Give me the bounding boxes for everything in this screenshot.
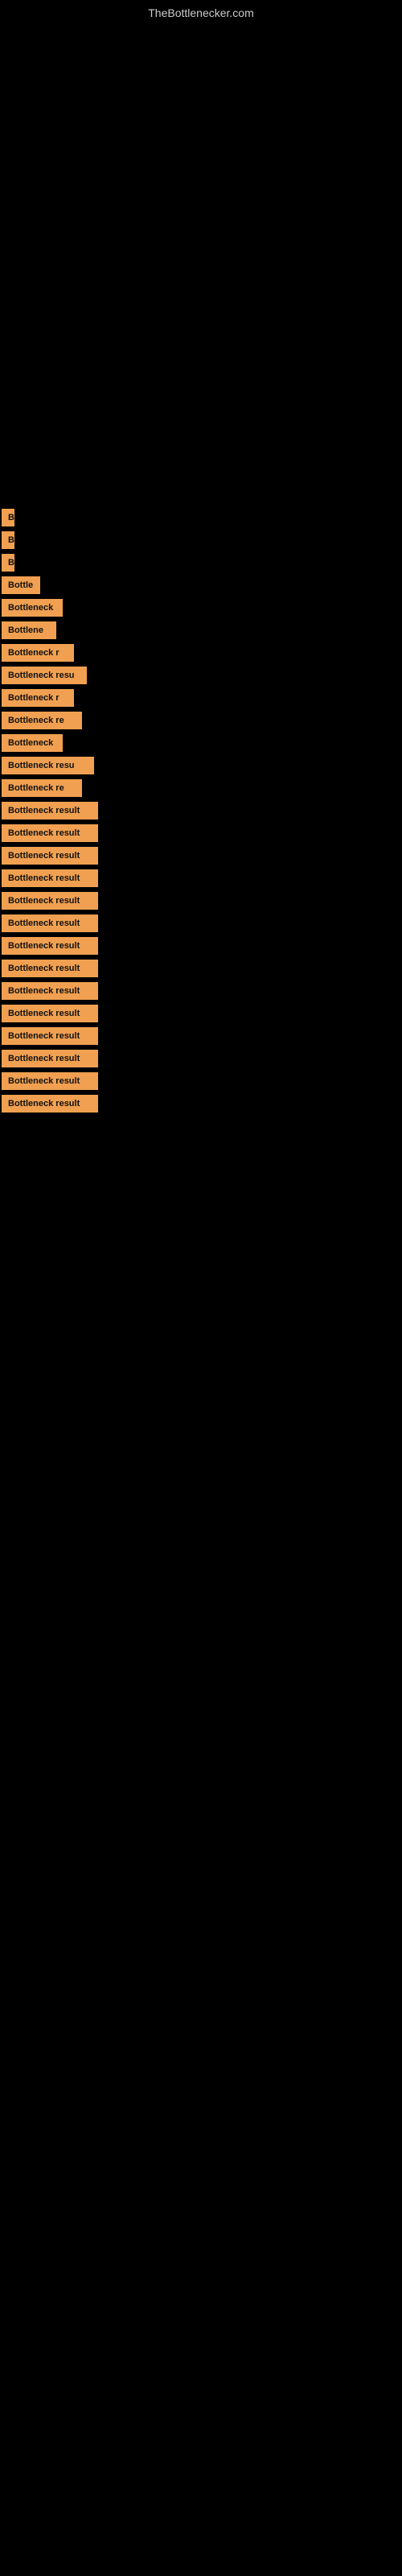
bottleneck-result-bar: Bottleneck [2,599,63,617]
bottleneck-result-bar: Bottleneck result [2,892,98,910]
list-item: Bottleneck [2,734,402,752]
list-item: Bottleneck r [2,689,402,707]
list-item: Bottleneck resu [2,667,402,684]
list-item: Bottleneck result [2,982,402,1000]
list-item: Bottleneck result [2,802,402,819]
bottleneck-result-bar: Bottleneck result [2,982,98,1000]
list-item: B [2,554,402,572]
bottleneck-result-bar: Bottleneck result [2,1050,98,1067]
list-item: Bottleneck result [2,960,402,977]
bottleneck-result-bar: Bottleneck result [2,847,98,865]
bottleneck-result-bar: Bottleneck re [2,779,82,797]
bottleneck-result-bar: Bottleneck result [2,802,98,819]
bottleneck-result-bar: Bottleneck result [2,937,98,955]
list-item: Bottleneck result [2,937,402,955]
list-item: Bottleneck result [2,869,402,887]
bottleneck-result-bar: Bottle [2,576,40,594]
list-item: Bottleneck result [2,1027,402,1045]
bottleneck-result-bar: Bottleneck re [2,712,82,729]
bottleneck-result-bar: Bottleneck r [2,644,74,662]
bottleneck-result-bar: B [2,554,14,572]
bottleneck-result-bar: Bottleneck result [2,1027,98,1045]
list-item: Bottleneck result [2,1050,402,1067]
bottleneck-result-bar: Bottleneck result [2,1072,98,1090]
bottleneck-result-bar: Bottleneck result [2,960,98,977]
list-item: Bottleneck result [2,914,402,932]
bottleneck-result-bar: Bottleneck resu [2,667,87,684]
bottleneck-result-bar: Bottleneck result [2,1005,98,1022]
bottleneck-result-bar: Bottleneck [2,734,63,752]
bottleneck-result-bar: Bottleneck result [2,1095,98,1113]
bottleneck-result-bar: Bottleneck resu [2,757,94,774]
list-item: Bottleneck result [2,1095,402,1113]
bottleneck-result-bar: Bottleneck result [2,914,98,932]
list-item: Bottleneck result [2,892,402,910]
list-item: Bottleneck re [2,712,402,729]
bottleneck-result-bar: Bottleneck result [2,869,98,887]
bottleneck-result-bar: Bottleneck result [2,824,98,842]
list-item: Bottlene [2,621,402,639]
list-item: B [2,509,402,526]
bottleneck-result-bar: Bottlene [2,621,56,639]
site-title: TheBottlenecker.com [0,0,402,26]
list-item: Bottleneck resu [2,757,402,774]
bottleneck-result-bar: B [2,531,14,549]
list-item: Bottleneck result [2,847,402,865]
list-item: Bottleneck result [2,824,402,842]
list-item: Bottle [2,576,402,594]
bottleneck-result-bar: Bottleneck r [2,689,74,707]
items-container: BBBBottleBottleneckBottleneBottleneck rB… [0,26,402,1113]
list-item: B [2,531,402,549]
list-item: Bottleneck result [2,1072,402,1090]
list-item: Bottleneck result [2,1005,402,1022]
list-item: Bottleneck re [2,779,402,797]
list-item: Bottleneck r [2,644,402,662]
list-item: Bottleneck [2,599,402,617]
bottleneck-result-bar: B [2,509,14,526]
